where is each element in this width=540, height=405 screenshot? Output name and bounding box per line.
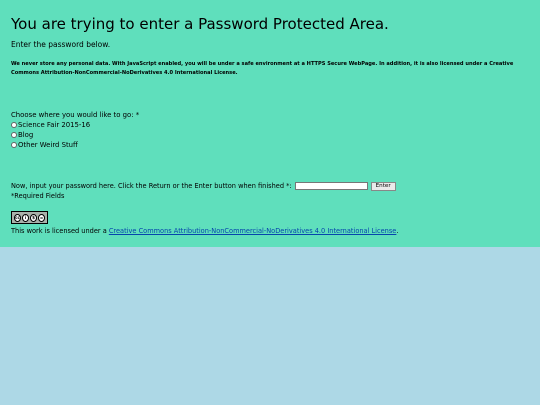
nd-icon: =	[38, 213, 45, 222]
password-row: Now, input your password here. Click the…	[11, 181, 396, 191]
privacy-notice: We never store any personal data. With J…	[11, 61, 514, 76]
by-icon: i	[22, 213, 29, 222]
password-panel: You are trying to enter a Password Prote…	[0, 0, 540, 247]
cc-license-badge[interactable]: cc i $ =	[11, 211, 48, 224]
destination-prompt: Choose where you would like to go: *	[11, 111, 140, 119]
license-text: This work is licensed under a Creative C…	[11, 227, 398, 236]
option-label: Science Fair 2015-16	[18, 120, 91, 129]
option-blog[interactable]: Blog	[11, 130, 33, 139]
license-link[interactable]: Creative Commons Attribution-NonCommerci…	[109, 227, 397, 235]
cc-icon: cc	[14, 213, 21, 222]
radio-other-weird-stuff[interactable]	[11, 141, 17, 148]
license-suffix: .	[396, 227, 399, 235]
page-subtitle: Enter the password below.	[11, 40, 111, 49]
option-science-fair[interactable]: Science Fair 2015-16	[11, 120, 90, 129]
option-label: Other Weird Stuff	[18, 140, 78, 149]
enter-button[interactable]: Enter	[370, 181, 396, 191]
option-other-weird-stuff[interactable]: Other Weird Stuff	[11, 140, 78, 149]
page-title: You are trying to enter a Password Prote…	[11, 15, 389, 33]
password-prompt: Now, input your password here. Click the…	[11, 182, 292, 190]
radio-blog[interactable]	[11, 131, 17, 138]
option-label: Blog	[18, 130, 34, 139]
nc-icon: $	[30, 213, 37, 222]
radio-science-fair[interactable]	[11, 121, 17, 128]
license-prefix: This work is licensed under a	[11, 227, 109, 235]
password-input[interactable]	[294, 182, 368, 190]
required-fields-note: *Required Fields	[11, 192, 65, 200]
